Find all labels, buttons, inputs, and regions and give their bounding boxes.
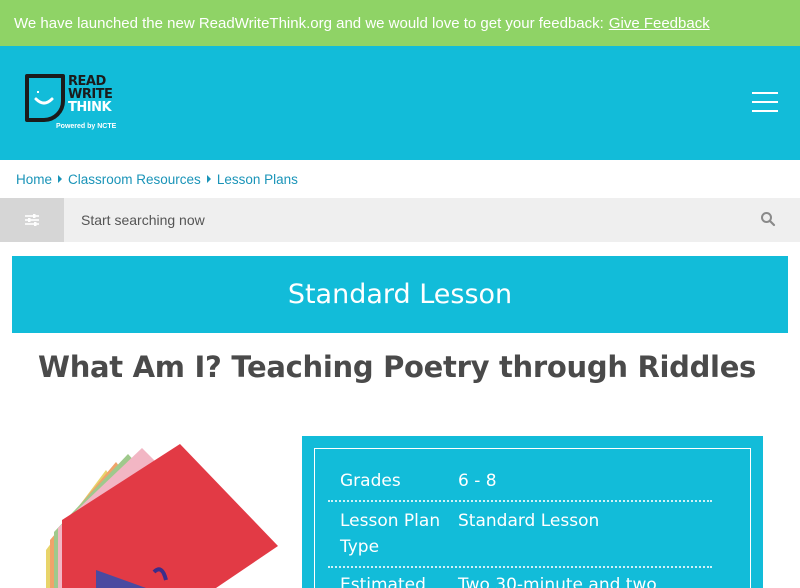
search-input[interactable] [64, 198, 744, 242]
breadcrumb-caret-icon [58, 175, 63, 183]
feedback-banner-text: We have launched the new ReadWriteThink.… [14, 14, 604, 32]
hamburger-menu-icon[interactable] [752, 92, 778, 114]
filter-button[interactable] [0, 198, 64, 242]
give-feedback-link[interactable]: Give Feedback [609, 15, 710, 32]
lesson-plan-type-value: Standard Lesson [458, 511, 600, 531]
estimated-time-value: Two 30-minute and two [458, 575, 657, 588]
grades-value: 6 - 8 [458, 471, 497, 491]
divider [328, 566, 712, 568]
grades-label: Grades [340, 471, 401, 491]
breadcrumb: Home Classroom Resources Lesson Plans [16, 170, 298, 188]
logo-think: THINK [68, 100, 112, 115]
feedback-banner: We have launched the new ReadWriteThink.… [0, 0, 800, 46]
divider [328, 500, 712, 502]
search-bar [0, 198, 800, 242]
site-logo[interactable]: READ WRITE THINK Powered by NCTE [24, 73, 134, 135]
site-header: READ WRITE THINK Powered by NCTE [0, 46, 800, 160]
search-icon[interactable] [760, 211, 776, 227]
breadcrumb-classroom-resources[interactable]: Classroom Resources [68, 172, 201, 187]
filter-sliders-icon [25, 214, 39, 226]
estimated-time-label: Estimated [340, 575, 426, 588]
lesson-plan-type-label: Lesson Plan Type [340, 511, 441, 557]
logo-wordmark: READ WRITE THINK [68, 75, 113, 115]
lesson-details-panel: Grades 6 - 8 Lesson Plan Type Standard L… [302, 436, 763, 588]
breadcrumb-home[interactable]: Home [16, 172, 52, 187]
logo-tagline: Powered by NCTE [56, 123, 117, 130]
breadcrumb-lesson-plans[interactable]: Lesson Plans [217, 172, 298, 187]
page-title: What Am I? Teaching Poetry through Riddl… [38, 350, 757, 384]
smile-page-icon [25, 74, 65, 122]
lesson-image [36, 440, 286, 588]
breadcrumb-caret-icon [206, 175, 211, 183]
lesson-type-banner: Standard Lesson [12, 256, 788, 333]
construction-paper-illustration [46, 444, 278, 588]
